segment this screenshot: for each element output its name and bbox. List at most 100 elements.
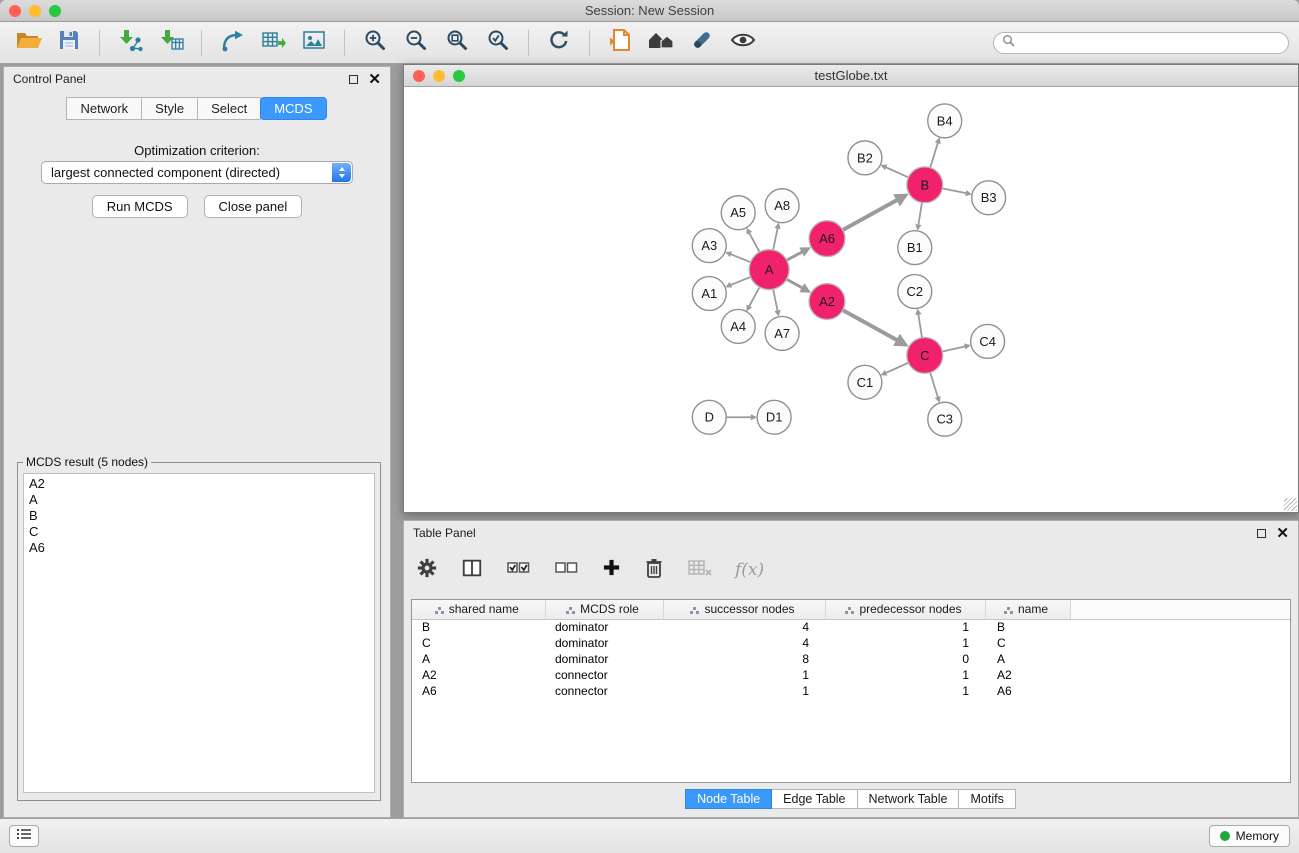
result-item[interactable]: C bbox=[29, 524, 369, 540]
tab-network[interactable]: Network bbox=[66, 97, 142, 120]
close-table-panel-icon[interactable]: ✕ bbox=[1276, 526, 1289, 541]
clear-table-button[interactable] bbox=[687, 558, 712, 583]
edge-A6-B[interactable] bbox=[843, 195, 906, 230]
export-network-button[interactable] bbox=[214, 26, 250, 60]
node-A7[interactable]: A7 bbox=[765, 316, 799, 350]
edge-A-A8[interactable] bbox=[773, 224, 778, 250]
node-A[interactable]: A bbox=[749, 250, 789, 290]
home-button[interactable] bbox=[643, 26, 679, 60]
deselect-all-button[interactable] bbox=[554, 557, 579, 584]
float-table-panel-icon[interactable] bbox=[1257, 529, 1266, 538]
edge-B-B1[interactable] bbox=[918, 203, 922, 230]
export-image-button[interactable] bbox=[296, 26, 332, 60]
show-hide-button[interactable] bbox=[725, 26, 761, 60]
node-B1[interactable]: B1 bbox=[898, 231, 932, 265]
edge-C-C2[interactable] bbox=[918, 310, 922, 338]
edge-C-C4[interactable] bbox=[942, 345, 969, 351]
node-B3[interactable]: B3 bbox=[972, 181, 1006, 215]
tab-style[interactable]: Style bbox=[141, 97, 198, 120]
select-all-button[interactable] bbox=[506, 557, 531, 584]
criterion-dropdown[interactable]: largest connected component (directed) bbox=[41, 161, 353, 184]
tab-network-table[interactable]: Network Table bbox=[857, 789, 960, 809]
node-C4[interactable]: C4 bbox=[971, 324, 1005, 358]
table-row[interactable]: A2connector11A2 bbox=[412, 667, 1290, 683]
edge-A-A4[interactable] bbox=[747, 287, 759, 310]
import-table-button[interactable] bbox=[153, 26, 189, 60]
network-zoom-button[interactable] bbox=[453, 70, 465, 82]
tab-select[interactable]: Select bbox=[197, 97, 261, 120]
zoom-fit-button[interactable] bbox=[439, 26, 475, 60]
node-A8[interactable]: A8 bbox=[765, 189, 799, 223]
node-A1[interactable]: A1 bbox=[692, 277, 726, 311]
column-header-MCDS-role[interactable]: MCDS role bbox=[545, 600, 663, 619]
edge-A2-C[interactable] bbox=[843, 310, 906, 345]
zoom-in-button[interactable] bbox=[357, 26, 393, 60]
float-panel-icon[interactable] bbox=[349, 75, 358, 84]
close-panel-icon[interactable]: ✕ bbox=[368, 72, 381, 87]
save-session-button[interactable] bbox=[51, 26, 87, 60]
session-from-clipboard-button[interactable] bbox=[602, 26, 638, 60]
delete-row-button[interactable] bbox=[644, 557, 664, 584]
memory-button[interactable]: Memory bbox=[1209, 825, 1290, 847]
edge-A-A6[interactable] bbox=[787, 249, 809, 261]
node-A3[interactable]: A3 bbox=[692, 229, 726, 263]
node-D[interactable]: D bbox=[692, 400, 726, 434]
function-builder-button[interactable]: f(x) bbox=[735, 560, 764, 580]
edge-C-C3[interactable] bbox=[930, 373, 939, 402]
result-item[interactable]: A6 bbox=[29, 540, 369, 556]
node-A6[interactable]: A6 bbox=[809, 221, 845, 257]
resize-grip[interactable] bbox=[1284, 498, 1297, 511]
column-header-shared-name[interactable]: shared name bbox=[412, 600, 545, 619]
import-network-button[interactable] bbox=[112, 26, 148, 60]
edge-A-A1[interactable] bbox=[727, 277, 751, 287]
network-close-button[interactable] bbox=[413, 70, 425, 82]
column-header-name[interactable]: name bbox=[985, 600, 1070, 619]
task-history-button[interactable] bbox=[9, 825, 39, 847]
tab-edge-table[interactable]: Edge Table bbox=[771, 789, 857, 809]
analyzer-button[interactable] bbox=[684, 26, 720, 60]
node-A4[interactable]: A4 bbox=[721, 309, 755, 343]
edge-B-B2[interactable] bbox=[882, 166, 908, 178]
column-manager-button[interactable] bbox=[461, 557, 483, 584]
export-table-button[interactable] bbox=[255, 26, 291, 60]
table-row[interactable]: Adominator80A bbox=[412, 651, 1290, 667]
network-canvas[interactable]: AA1A2A3A4A5A6A7A8BB1B2B3B4CC1C2C3C4DD1 bbox=[404, 87, 1298, 512]
table-row[interactable]: Cdominator41C bbox=[412, 635, 1290, 651]
tab-motifs[interactable]: Motifs bbox=[958, 789, 1015, 809]
column-header-predecessor-nodes[interactable]: predecessor nodes bbox=[825, 600, 985, 619]
network-canvas-svg[interactable]: AA1A2A3A4A5A6A7A8BB1B2B3B4CC1C2C3C4DD1 bbox=[404, 87, 1298, 512]
node-C1[interactable]: C1 bbox=[848, 365, 882, 399]
edge-A-A5[interactable] bbox=[747, 229, 759, 252]
tab-mcds[interactable]: MCDS bbox=[260, 97, 326, 120]
close-panel-button[interactable]: Close panel bbox=[204, 195, 303, 218]
network-minimize-button[interactable] bbox=[433, 70, 445, 82]
result-item[interactable]: A2 bbox=[29, 476, 369, 492]
open-session-button[interactable] bbox=[10, 26, 46, 60]
minimize-window-button[interactable] bbox=[29, 5, 41, 17]
node-B4[interactable]: B4 bbox=[928, 104, 962, 138]
node-D1[interactable]: D1 bbox=[757, 400, 791, 434]
node-C[interactable]: C bbox=[907, 337, 943, 373]
result-item[interactable]: A bbox=[29, 492, 369, 508]
edge-A-A2[interactable] bbox=[787, 279, 809, 291]
tab-node-table[interactable]: Node Table bbox=[685, 789, 772, 809]
fullscreen-window-button[interactable] bbox=[49, 5, 61, 17]
add-row-button[interactable] bbox=[602, 558, 621, 582]
result-item[interactable]: B bbox=[29, 508, 369, 524]
table-row[interactable]: Bdominator41B bbox=[412, 619, 1290, 635]
node-B2[interactable]: B2 bbox=[848, 141, 882, 175]
table-row[interactable]: A6connector11A6 bbox=[412, 683, 1290, 699]
run-mcds-button[interactable]: Run MCDS bbox=[92, 195, 188, 218]
edge-A-A3[interactable] bbox=[727, 253, 751, 263]
node-C2[interactable]: C2 bbox=[898, 275, 932, 309]
edge-B-B4[interactable] bbox=[930, 139, 939, 168]
close-window-button[interactable] bbox=[9, 5, 21, 17]
node-C3[interactable]: C3 bbox=[928, 402, 962, 436]
table-settings-button[interactable] bbox=[416, 557, 438, 584]
node-B[interactable]: B bbox=[907, 167, 943, 203]
zoom-selected-button[interactable] bbox=[480, 26, 516, 60]
node-table[interactable]: shared nameMCDS rolesuccessor nodesprede… bbox=[411, 599, 1291, 783]
edge-A-A7[interactable] bbox=[773, 289, 778, 315]
refresh-button[interactable] bbox=[541, 26, 577, 60]
edge-B-B3[interactable] bbox=[942, 188, 970, 194]
